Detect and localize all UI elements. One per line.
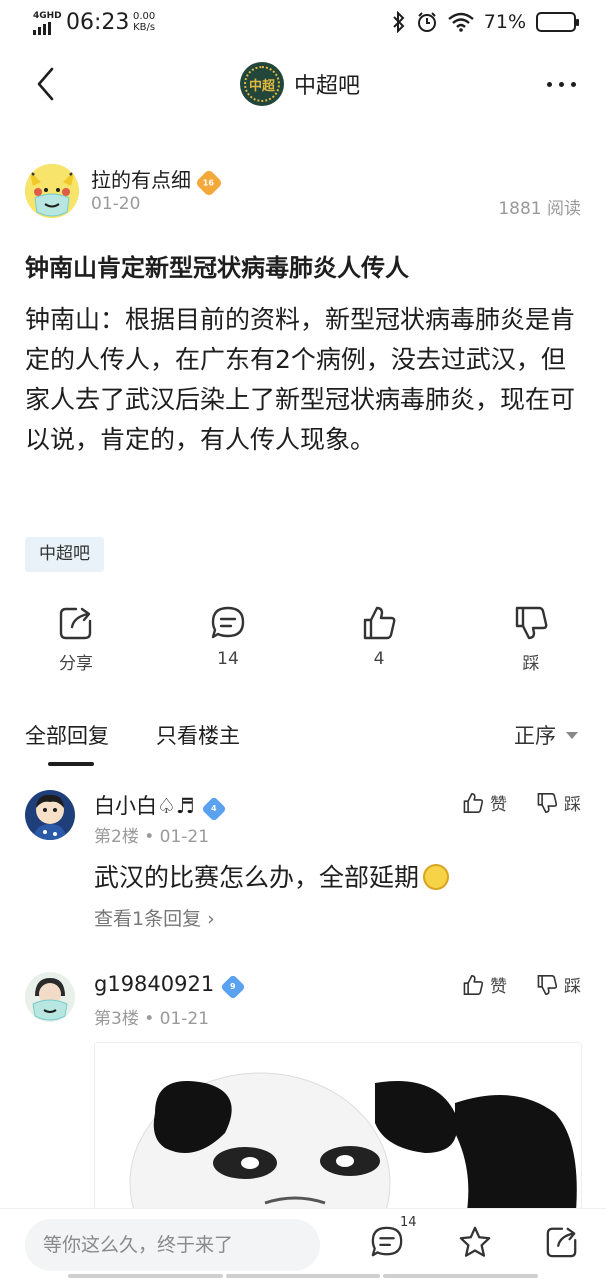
reply-floor-date: 第2楼 • 01-21 (94, 827, 210, 847)
share-icon (59, 607, 92, 640)
network-type: 4GHD (33, 11, 62, 21)
dislike-label: 踩 (522, 654, 540, 674)
reply-dislike-button[interactable]: 踩 (536, 972, 581, 997)
forum-tag[interactable]: 中超吧 (25, 537, 104, 572)
thumbs-up-icon (463, 974, 484, 995)
status-bar: 4GHD 06:23 0.00 KB/s 71% (0, 0, 606, 48)
smile-emoji-icon (423, 864, 450, 890)
comment-icon[interactable] (370, 1225, 404, 1259)
battery-percent: 71% (483, 11, 526, 33)
reply-like-button[interactable]: 赞 (462, 972, 507, 997)
reply-item: g19840921 9 第3楼 • 01-21 赞 踩 (25, 972, 581, 1032)
reply-author-text: 白小白♤♬ (94, 794, 195, 818)
reply-image[interactable] (94, 1042, 582, 1222)
reply-floor-date: 第3楼 • 01-21 (94, 1009, 210, 1029)
view-replies-link[interactable]: 查看1条回复 › (94, 904, 215, 931)
level-badge: 4 (200, 796, 227, 822)
chevron-down-icon (566, 731, 578, 739)
comment-icon (211, 606, 245, 639)
level-badge: 9 (220, 974, 246, 1000)
alarm-icon (417, 12, 436, 32)
reply-text: 武汉的比赛怎么办，全部延期 (94, 858, 450, 894)
author-name[interactable]: 拉的有点细 16 (91, 164, 224, 197)
comment-count: 14 (217, 649, 239, 669)
author-name-text: 拉的有点细 (91, 168, 191, 192)
post-actions: 分享 14 4 踩 (0, 605, 606, 680)
share-icon[interactable] (545, 1225, 579, 1259)
home-indicator (68, 1274, 539, 1278)
thumbs-down-icon (515, 606, 548, 640)
forum-header[interactable]: 中超 中超吧 (240, 62, 360, 106)
bottom-bar: 等你这么久，终于来了 14 (0, 1208, 606, 1280)
level-badge-text: 4 (210, 803, 217, 813)
thumbs-down-icon (537, 974, 558, 995)
reply-like-label: 赞 (490, 795, 507, 815)
post-author: 拉的有点细 16 01-20 1881 阅读 (25, 162, 581, 222)
tab-all-replies[interactable]: 全部回复 (25, 720, 109, 750)
sort-order-dropdown[interactable]: 正序 (514, 720, 578, 750)
avatar[interactable] (25, 790, 75, 840)
clock: 06:23 (66, 10, 130, 35)
reply-dislike-button[interactable]: 踩 (536, 790, 581, 815)
dislike-button[interactable]: 踩 (481, 605, 581, 674)
comment-input[interactable]: 等你这么久，终于来了 (25, 1219, 320, 1271)
level-badge-text: 9 (230, 981, 237, 991)
thumbs-up-icon (463, 792, 484, 813)
forum-title: 中超吧 (294, 74, 361, 99)
sort-order-label: 正序 (514, 724, 556, 748)
speed-unit: KB/s (133, 22, 156, 33)
back-arrow-icon[interactable] (30, 66, 66, 102)
reply-dislike-label: 踩 (564, 977, 581, 997)
comment-count-badge: 14 (400, 1215, 417, 1230)
speed-value: 0.00 (133, 11, 156, 22)
battery-icon (536, 12, 579, 32)
top-nav: 中超 中超吧 (0, 52, 606, 116)
level-badge: 16 (194, 168, 224, 197)
reply-like-button[interactable]: 赞 (462, 790, 507, 815)
reply-item: 白小白♤♬ 4 第2楼 • 01-21 赞 踩 武汉的比赛怎么办，全部延期 查看1… (25, 790, 581, 930)
forum-logo-text: 中超 (244, 66, 280, 102)
comment-button[interactable]: 14 (178, 605, 278, 669)
avatar[interactable] (25, 972, 75, 1022)
level-badge-text: 16 (203, 177, 215, 187)
like-count: 4 (373, 649, 385, 669)
share-label: 分享 (59, 654, 93, 674)
post-title: 钟南山肯定新型冠状病毒肺炎人传人 (25, 254, 409, 282)
post-body: 钟南山：根据目前的资料，新型冠状病毒肺炎是肯定的人传人，在广东有2个病例，没去过… (25, 305, 576, 454)
reply-author[interactable]: g19840921 9 (94, 972, 246, 1000)
tab-indicator (48, 762, 94, 766)
reply-like-label: 赞 (490, 977, 507, 997)
network-speed: 0.00 KB/s (133, 11, 155, 33)
avatar[interactable] (25, 164, 79, 218)
reply-dislike-label: 踩 (564, 795, 581, 815)
thumbs-down-icon (537, 792, 558, 813)
thumbs-up-icon (363, 606, 396, 640)
view-count: 1881 阅读 (498, 199, 581, 219)
reply-text-content: 武汉的比赛怎么办，全部延期 (94, 863, 420, 892)
post-date: 01-20 (91, 194, 141, 214)
reply-tabs: 全部回复 只看楼主 正序 (0, 712, 606, 768)
reply-author[interactable]: 白小白♤♬ 4 (94, 790, 227, 822)
forum-logo: 中超 (240, 62, 284, 106)
share-button[interactable]: 分享 (26, 605, 126, 674)
more-menu-icon[interactable] (547, 82, 576, 87)
reply-author-text: g19840921 (94, 972, 215, 996)
panda-meme-image (95, 1043, 581, 1221)
bluetooth-icon (393, 11, 405, 33)
signal-icon (33, 22, 51, 35)
star-icon[interactable] (458, 1225, 492, 1259)
like-button[interactable]: 4 (329, 605, 429, 669)
tab-host-only[interactable]: 只看楼主 (156, 720, 240, 750)
wifi-icon (447, 12, 474, 32)
